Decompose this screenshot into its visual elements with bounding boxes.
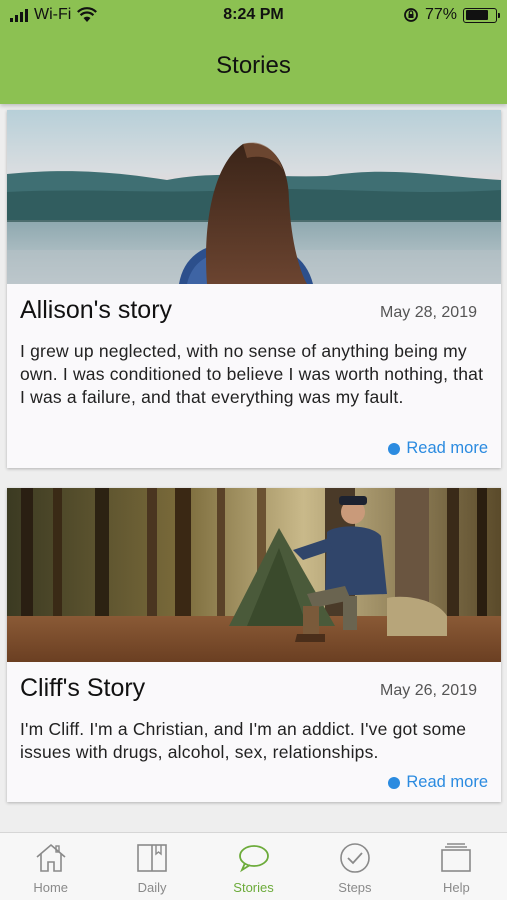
read-more-link[interactable]: Read more [388,439,488,458]
battery-level [465,10,488,20]
tab-label: Stories [233,880,274,895]
bullet-dot-icon [388,442,401,455]
tab-label: Daily [137,880,167,895]
tab-label: Home [33,880,69,895]
story-excerpt: I'm Cliff. I'm a Christian, and I'm an a… [20,719,467,762]
tab-help[interactable]: Help [406,833,507,900]
page-title: Stories [216,52,291,79]
battery-percent: 77% [424,6,457,23]
bullet-dot-icon [388,776,401,789]
tab-steps[interactable]: Steps [304,833,405,900]
story-card-body: Allison's story May 28, 2019 I grew up n… [7,284,501,409]
stories-feed[interactable]: Allison's story May 28, 2019 I grew up n… [0,104,507,832]
chat-bubble-icon [238,845,269,873]
read-more-link[interactable]: Read more [388,773,488,792]
story-date: May 28, 2019 [380,304,477,321]
story-card-cliff[interactable]: Cliff's Story May 26, 2019 I'm Cliff. I'… [7,488,501,802]
story-image-lake [7,110,501,284]
story-card-allison[interactable]: Allison's story May 28, 2019 I grew up n… [7,110,501,468]
home-icon [36,843,66,872]
app-header: Wi-Fi 8:24 PM 77% Stories [0,0,507,104]
battery-icon [463,7,500,23]
tab-stories[interactable]: Stories [203,833,304,900]
story-date: May 26, 2019 [380,682,477,699]
status-bar: Wi-Fi 8:24 PM 77% [0,0,507,32]
story-image-forest [7,488,501,662]
story-card-body: Cliff's Story May 26, 2019 I'm Cliff. I'… [7,662,501,764]
tab-home[interactable]: Home [0,833,101,900]
tab-label: Help [442,880,470,895]
tab-bar: Home Daily Stories Steps Help [0,832,507,900]
orientation-lock-icon [404,8,418,22]
check-circle-icon [340,843,370,873]
tab-label: Steps [338,880,372,895]
status-right: 77% [403,6,500,24]
story-excerpt: I grew up neglected, with no sense of an… [20,341,484,407]
tab-daily[interactable]: Daily [101,833,202,900]
read-more-label: Read more [406,439,488,457]
read-more-label: Read more [406,773,488,791]
stack-icon [441,843,472,872]
book-icon [137,844,167,872]
